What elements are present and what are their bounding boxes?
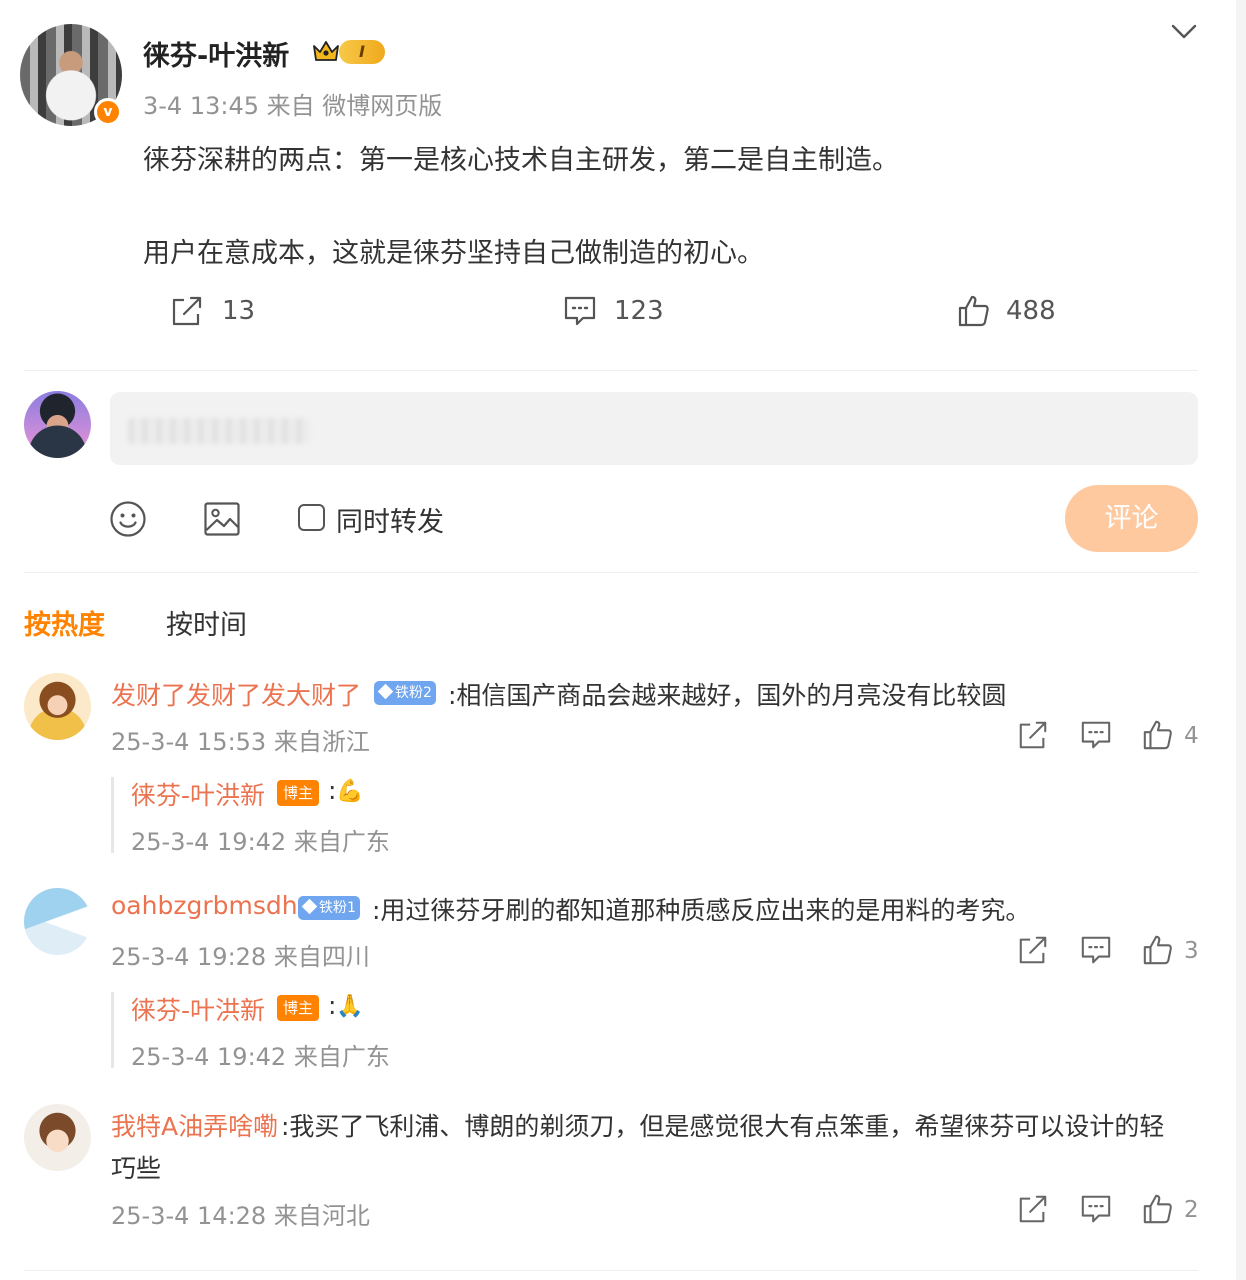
divider	[24, 1270, 1198, 1271]
comment-count[interactable]: 123	[614, 296, 664, 326]
post-text-paragraph-1: 徕芬深耕的两点：第一是核心技术自主研发，第二是自主制造。	[143, 145, 899, 176]
commenter-name[interactable]: oahbzgrbmsdh	[111, 891, 298, 920]
comment-like-count[interactable]: 3	[1184, 938, 1199, 964]
verified-badge: v	[94, 98, 122, 126]
comment-text: :我买了飞利浦、博朗的剃须刀，但是感觉很大有点笨重，希望徕芬可以设计的轻	[281, 1112, 1165, 1141]
repost-checkbox[interactable]	[298, 504, 325, 531]
commenter-name[interactable]: 发财了发财了发大财了	[111, 676, 361, 712]
current-user-avatar	[24, 391, 91, 458]
submit-comment-button[interactable]: 评论	[1065, 485, 1198, 552]
like-icon[interactable]	[1142, 934, 1174, 966]
reply-meta: 25-3-4 19:42 来自广东	[131, 1043, 390, 1071]
reply-author-name[interactable]: 徕芬-叶洪新	[131, 776, 265, 812]
post-meta: 3-4 13:45 来自 微博网页版	[143, 92, 443, 120]
comment-like-count[interactable]: 2	[1184, 1197, 1199, 1223]
reply-meta: 25-3-4 19:42 来自广东	[131, 828, 390, 856]
author-name[interactable]: 徕芬-叶洪新	[143, 34, 289, 73]
reply-indicator	[111, 992, 114, 1068]
comment-meta: 25-3-4 14:28 来自河北	[111, 1202, 370, 1230]
comment-icon[interactable]	[1080, 1193, 1112, 1225]
comment-text-continued: 巧些	[111, 1154, 162, 1183]
scrollbar[interactable]	[1236, 0, 1246, 1280]
comment-like-count[interactable]: 4	[1184, 723, 1199, 749]
chevron-down-icon[interactable]	[1170, 20, 1198, 42]
repost-icon[interactable]	[1017, 934, 1049, 966]
blogger-badge: 博主	[277, 780, 319, 806]
crown-icon	[313, 41, 339, 61]
comment-text: :用过徕芬牙刷的都知道那种质感反应出来的是用料的考究。	[372, 896, 1031, 925]
reply-author-name[interactable]: 徕芬-叶洪新	[131, 991, 265, 1027]
repost-icon[interactable]	[1017, 719, 1049, 751]
repost-icon[interactable]	[170, 294, 204, 328]
folded-hands-emoji: 🙏	[336, 994, 364, 1019]
tab-sort-time[interactable]: 按时间	[166, 603, 247, 642]
comment-icon[interactable]	[1080, 934, 1112, 966]
repost-count[interactable]: 13	[222, 296, 255, 326]
repost-checkbox-label[interactable]: 同时转发	[336, 500, 444, 539]
post-text-paragraph-2: 用户在意成本，这就是徕芬坚持自己做制造的初心。	[143, 238, 764, 269]
commenter-name[interactable]: 我特A油弄啥嘞	[111, 1107, 278, 1143]
like-icon[interactable]	[1142, 1193, 1174, 1225]
image-icon[interactable]	[203, 500, 241, 538]
diamond-icon	[377, 683, 394, 700]
comment-text: :相信国产商品会越来越好，国外的月亮没有比较圆	[448, 681, 1007, 710]
comment-icon[interactable]	[563, 294, 597, 328]
divider	[24, 572, 1198, 573]
like-count[interactable]: 488	[1006, 296, 1056, 326]
divider	[24, 370, 1198, 371]
level-badge: I	[339, 40, 385, 64]
reply-indicator	[111, 777, 114, 853]
blogger-badge: 博主	[277, 995, 319, 1021]
comment-meta: 25-3-4 19:28 来自四川	[111, 943, 370, 971]
fan-level-badge: 铁粉1	[298, 896, 360, 920]
comment-meta: 25-3-4 15:53 来自浙江	[111, 728, 370, 756]
diamond-icon	[301, 898, 318, 915]
fan-level-badge: 铁粉2	[374, 681, 436, 705]
comment-icon[interactable]	[1080, 719, 1112, 751]
fan-level-label: 铁粉1	[319, 900, 356, 916]
emoji-icon[interactable]	[109, 500, 147, 538]
flexed-biceps-emoji: 💪	[336, 779, 364, 804]
commenter-avatar[interactable]	[24, 888, 91, 955]
repost-icon[interactable]	[1017, 1193, 1049, 1225]
tab-sort-hot[interactable]: 按热度	[24, 603, 105, 642]
fan-level-label: 铁粉2	[395, 685, 432, 701]
like-icon[interactable]	[957, 294, 991, 328]
like-icon[interactable]	[1142, 719, 1174, 751]
commenter-avatar[interactable]	[24, 673, 91, 740]
commenter-avatar[interactable]	[24, 1104, 91, 1171]
input-blurred-text	[128, 418, 310, 444]
